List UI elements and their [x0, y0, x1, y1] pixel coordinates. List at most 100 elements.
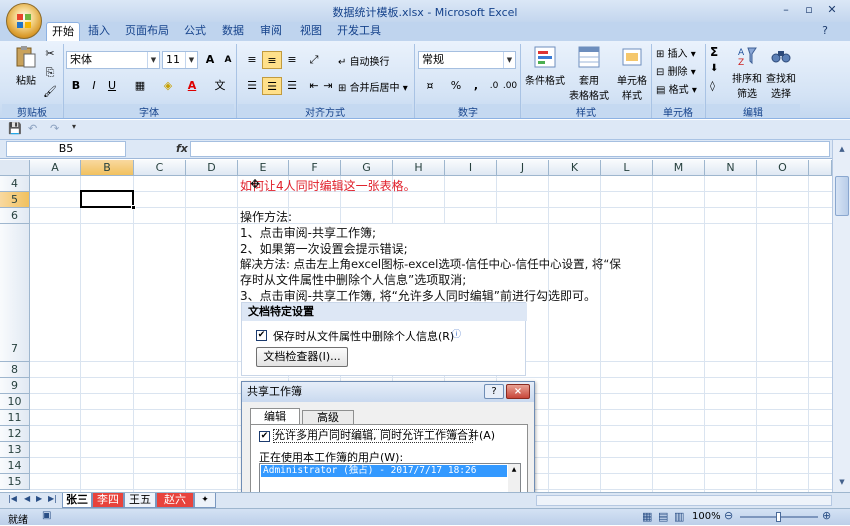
column-header[interactable]: D — [186, 160, 238, 176]
grow-font-button[interactable]: A — [200, 51, 220, 69]
row-header[interactable]: 9 — [0, 378, 30, 394]
find-select-button[interactable]: 查找和 选择 — [764, 45, 798, 100]
column-header[interactable]: E — [238, 160, 289, 176]
merge-center-button[interactable]: ⊞ 合并后居中 ▾ — [338, 79, 408, 94]
column-header[interactable]: N — [705, 160, 757, 176]
fx-icon[interactable]: fx — [176, 142, 188, 155]
row-header[interactable]: 10 — [0, 394, 30, 410]
font-color-icon[interactable]: A — [182, 77, 202, 95]
close-button[interactable]: × — [506, 384, 530, 399]
close-icon[interactable]: ✕ — [823, 2, 841, 17]
column-header[interactable]: M — [653, 160, 705, 176]
horizontal-scrollbar[interactable] — [536, 495, 832, 506]
tab-developer[interactable]: 开发工具 — [336, 22, 382, 41]
chevron-down-icon[interactable]: ▼ — [503, 52, 515, 68]
align-right-icon[interactable]: ☰ — [282, 77, 302, 95]
customize-qat-icon[interactable]: ▾ — [72, 122, 76, 131]
wrap-text-button[interactable]: ↵ 自动换行 — [338, 53, 390, 68]
prev-sheet-icon[interactable]: ◀ — [24, 494, 30, 503]
sheet-tab[interactable]: 王五 — [124, 493, 156, 508]
macro-record-icon[interactable]: ▣ — [42, 510, 51, 521]
new-sheet-icon[interactable]: ✦ — [194, 493, 216, 508]
first-sheet-icon[interactable]: |◀ — [8, 494, 17, 503]
normal-view-icon[interactable]: ▦ — [642, 510, 652, 523]
align-center-icon[interactable]: ☰ — [262, 77, 282, 95]
bold-button[interactable]: B — [66, 77, 86, 95]
row-header[interactable]: 14 — [0, 458, 30, 474]
column-header[interactable] — [809, 160, 832, 176]
save-icon[interactable]: 💾 — [8, 122, 22, 135]
format-painter-icon[interactable]: 🖌 — [40, 83, 60, 101]
maximize-icon[interactable]: ▫ — [800, 2, 818, 17]
tab-edit[interactable]: 编辑 — [250, 408, 300, 424]
checkbox[interactable]: ✔ — [259, 431, 270, 442]
clear-icon[interactable]: ◊ — [710, 81, 715, 92]
format-as-table-button[interactable]: 套用 表格格式 — [566, 45, 612, 102]
insert-cells-button[interactable]: ⊞ 插入 ▾ — [656, 45, 696, 60]
column-header[interactable]: C — [134, 160, 186, 176]
vertical-scrollbar[interactable]: ▲ ▼ — [832, 140, 850, 492]
help-button[interactable]: ? — [484, 384, 504, 399]
zoom-slider-thumb[interactable] — [776, 512, 781, 522]
font-name-combo[interactable]: 宋体 ▼ — [66, 51, 160, 69]
column-header[interactable]: F — [289, 160, 341, 176]
fill-handle[interactable] — [131, 205, 136, 210]
minimize-icon[interactable]: – — [777, 2, 795, 17]
column-header[interactable]: G — [341, 160, 393, 176]
tab-page-layout[interactable]: 页面布局 — [124, 22, 170, 41]
sheet-tab[interactable]: 张三 — [62, 493, 92, 508]
tab-home[interactable]: 开始 — [46, 22, 80, 41]
number-format-combo[interactable]: 常规 ▼ — [418, 51, 516, 69]
delete-cells-button[interactable]: ⊟ 删除 ▾ — [656, 63, 696, 78]
column-header[interactable]: H — [393, 160, 445, 176]
copy-icon[interactable]: ⎘ — [40, 64, 60, 82]
tab-advanced[interactable]: 高级 — [302, 410, 354, 424]
undo-icon[interactable]: ↶ — [28, 122, 37, 135]
column-header[interactable]: B — [81, 160, 134, 176]
page-break-view-icon[interactable]: ▥ — [674, 510, 684, 523]
zoom-in-icon[interactable]: ⊕ — [822, 509, 831, 522]
office-button[interactable] — [6, 3, 42, 39]
align-bottom-icon[interactable]: ≡ — [282, 51, 302, 69]
page-layout-view-icon[interactable]: ▤ — [658, 510, 668, 523]
orientation-icon[interactable]: ⤢ — [304, 51, 324, 69]
increase-indent-icon[interactable]: ⇥ — [318, 77, 338, 95]
name-box[interactable]: B5 — [6, 141, 126, 157]
row-header[interactable]: 8 — [0, 362, 30, 378]
conditional-format-button[interactable]: 条件格式 — [522, 45, 568, 87]
column-header[interactable]: O — [757, 160, 809, 176]
checkbox[interactable]: ✔ — [256, 330, 267, 341]
next-sheet-icon[interactable]: ▶ — [36, 494, 42, 503]
tab-formulas[interactable]: 公式 — [180, 22, 210, 41]
tab-view[interactable]: 视图 — [296, 22, 326, 41]
cut-icon[interactable]: ✂ — [40, 45, 60, 63]
chevron-down-icon[interactable]: ▼ — [185, 52, 197, 68]
formula-input[interactable] — [190, 141, 830, 157]
row-header[interactable]: 4 — [0, 176, 30, 192]
percent-button[interactable]: % — [446, 77, 466, 95]
tab-data[interactable]: 数据 — [218, 22, 248, 41]
active-cell[interactable] — [80, 190, 134, 208]
column-header[interactable]: I — [445, 160, 497, 176]
help-icon[interactable]: ? — [818, 22, 832, 41]
row-header[interactable]: 6 — [0, 208, 30, 224]
fill-color-icon[interactable]: ◈ — [158, 77, 178, 95]
phonetic-icon[interactable]: 文 — [210, 77, 230, 95]
sort-filter-button[interactable]: AZ 排序和 筛选 — [730, 45, 764, 100]
scroll-up-icon[interactable]: ▲ — [835, 143, 849, 156]
sheet-tab[interactable]: 赵六 — [156, 493, 194, 508]
italic-button[interactable]: I — [84, 77, 104, 95]
row-header[interactable]: 12 — [0, 426, 30, 442]
redo-icon[interactable]: ↷ — [50, 122, 59, 135]
scroll-down-icon[interactable]: ▼ — [835, 476, 849, 489]
column-header[interactable]: A — [30, 160, 81, 176]
align-left-icon[interactable]: ☰ — [242, 77, 262, 95]
align-middle-icon[interactable]: ≡ — [262, 51, 282, 69]
row-header[interactable]: 7 — [0, 224, 30, 362]
tab-review[interactable]: 审阅 — [256, 22, 286, 41]
borders-icon[interactable]: ▦ — [130, 77, 150, 95]
last-sheet-icon[interactable]: ▶| — [48, 494, 57, 503]
list-item[interactable]: Administrator (独占) - 2017/7/17 18:26 — [261, 465, 507, 477]
column-header[interactable]: K — [549, 160, 601, 176]
chevron-down-icon[interactable]: ▼ — [147, 52, 159, 68]
